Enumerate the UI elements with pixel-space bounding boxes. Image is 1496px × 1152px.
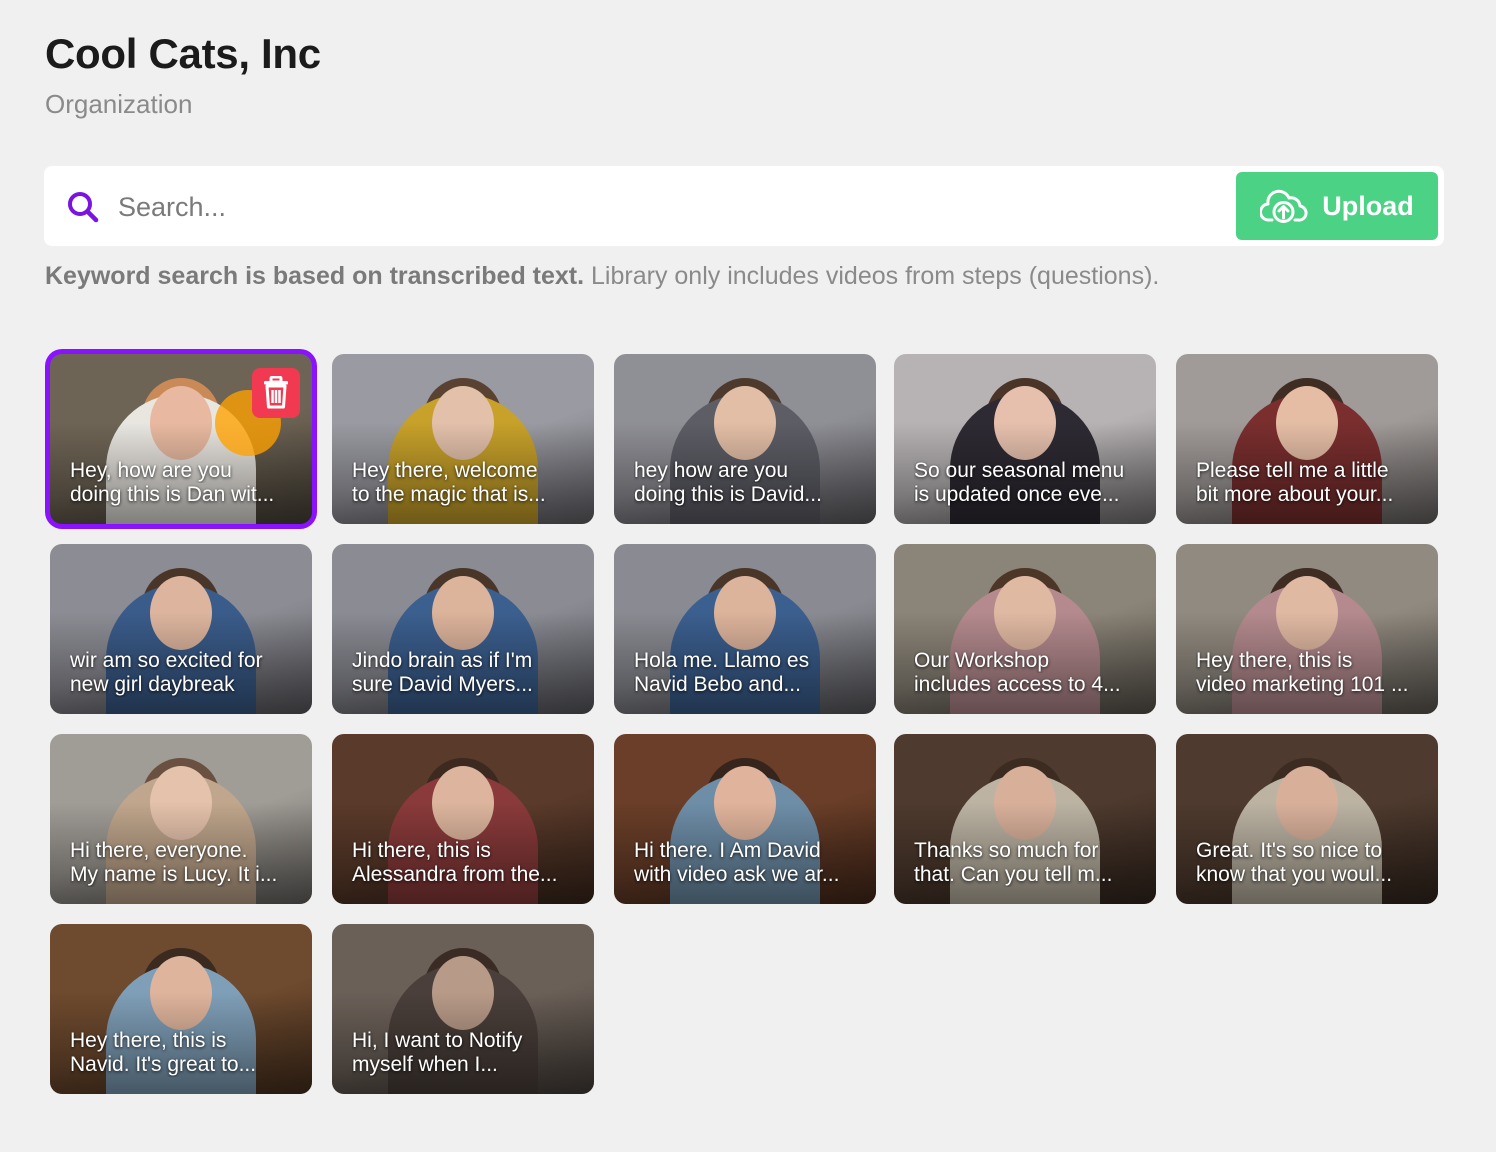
video-caption-line1: Please tell me a little — [1196, 459, 1389, 482]
video-caption-line2: is updated once eve... — [914, 483, 1120, 506]
video-tile[interactable]: Please tell me a little bit more about yo… — [1176, 354, 1438, 524]
video-caption: So our seasonal menu is updated once eve.… — [914, 459, 1142, 507]
video-caption-line1: Jindo brain as if I'm — [352, 649, 533, 672]
search-hint: Keyword search is based on transcribed t… — [45, 262, 1159, 291]
video-caption: Hey there, this is video marketing 101 ..… — [1196, 649, 1424, 697]
video-tile[interactable]: So our seasonal menu is updated once eve.… — [894, 354, 1156, 524]
video-caption-line2: sure David Myers... — [352, 673, 533, 696]
video-caption-line1: Hey there, this is — [1196, 649, 1353, 672]
search-icon — [68, 192, 99, 223]
video-caption-line1: Hey, how are you — [70, 459, 232, 482]
video-tile[interactable]: Hey, how are you doing this is Dan wit... — [50, 354, 312, 524]
video-caption-line2: myself when I... — [352, 1053, 498, 1076]
video-caption-line2: that. Can you tell m... — [914, 863, 1113, 886]
video-caption: Jindo brain as if I'm sure David Myers... — [352, 649, 580, 697]
video-caption-line2: know that you woul... — [1196, 863, 1393, 886]
video-tile[interactable]: Hey there, this is video marketing 101 ..… — [1176, 544, 1438, 714]
video-tile[interactable]: Hey there, this is Navid. It's great to..… — [50, 924, 312, 1094]
video-caption-line2: includes access to 4... — [914, 673, 1121, 696]
video-caption: Hey there, welcome to the magic that is..… — [352, 459, 580, 507]
video-caption: Hi there, everyone. My name is Lucy. It i… — [70, 839, 298, 887]
video-caption: Our Workshop includes access to 4... — [914, 649, 1142, 697]
video-caption-line1: hey how are you — [634, 459, 789, 482]
video-caption: Great. It's so nice to know that you woul… — [1196, 839, 1424, 887]
video-caption-line2: bit more about your... — [1196, 483, 1394, 506]
video-caption: Hi there, this is Alessandra from the... — [352, 839, 580, 887]
video-tile[interactable]: Our Workshop includes access to 4... — [894, 544, 1156, 714]
video-tile[interactable]: Jindo brain as if I'm sure David Myers... — [332, 544, 594, 714]
video-caption-line1: Our Workshop — [914, 649, 1049, 672]
video-caption-line2: video marketing 101 ... — [1196, 673, 1409, 696]
video-caption: Thanks so much for that. Can you tell m..… — [914, 839, 1142, 887]
video-caption-line2: Navid. It's great to... — [70, 1053, 257, 1076]
video-caption-line1: Thanks so much for — [914, 839, 1099, 862]
video-caption: Hola me. Llamo es Navid Bebo and... — [634, 649, 862, 697]
trash-icon — [264, 376, 288, 409]
video-caption-line1: Hey there, welcome — [352, 459, 538, 482]
video-caption-line2: My name is Lucy. It i... — [70, 863, 278, 886]
video-caption-line1: Hi, I want to Notify — [352, 1029, 523, 1052]
page-title: Cool Cats, Inc — [45, 30, 321, 77]
page-subtitle: Organization — [45, 89, 193, 119]
video-tile[interactable]: Great. It's so nice to know that you woul… — [1176, 734, 1438, 904]
video-caption-line2: to the magic that is... — [352, 483, 546, 506]
video-tile[interactable]: Hi, I want to Notify myself when I... — [332, 924, 594, 1094]
video-caption-line1: wir am so excited for — [70, 649, 263, 672]
video-caption: hey how are you doing this is David... — [634, 459, 862, 507]
video-tile[interactable]: Thanks so much for that. Can you tell m..… — [894, 734, 1156, 904]
video-caption-line1: Hi there, this is — [352, 839, 491, 862]
video-tile[interactable]: Hola me. Llamo es Navid Bebo and... — [614, 544, 876, 714]
search-hint-bold: Keyword search is based on transcribed t… — [45, 262, 585, 290]
video-caption-line2: Navid Bebo and... — [634, 673, 801, 696]
cloud-upload-icon — [1260, 189, 1308, 223]
search-input[interactable] — [116, 184, 1220, 230]
video-caption-line2: doing this is David... — [634, 483, 822, 506]
video-caption: Hey there, this is Navid. It's great to..… — [70, 1029, 298, 1077]
upload-button-label: Upload — [1322, 190, 1414, 221]
search-hint-text: Library only includes videos from steps … — [584, 262, 1160, 290]
video-tile[interactable]: Hey there, welcome to the magic that is..… — [332, 354, 594, 524]
video-tile[interactable]: Hi there. I Am David with video ask we ar… — [614, 734, 876, 904]
video-caption-line1: Hi there. I Am David — [634, 839, 821, 862]
video-tile[interactable]: hey how are you doing this is David... — [614, 354, 876, 524]
video-tile[interactable]: Hi there, everyone. My name is Lucy. It i… — [50, 734, 312, 904]
video-caption: Hey, how are you doing this is Dan wit... — [70, 459, 298, 507]
search-bar: Upload — [44, 166, 1444, 246]
video-caption: Hi, I want to Notify myself when I... — [352, 1029, 580, 1077]
video-caption-line2: doing this is Dan wit... — [70, 483, 275, 506]
delete-video-button[interactable] — [252, 368, 300, 418]
video-caption-line1: So our seasonal menu — [914, 459, 1125, 482]
video-caption-line2: Alessandra from the... — [352, 863, 558, 886]
video-caption-line2: with video ask we ar... — [634, 863, 840, 886]
video-caption-line1: Great. It's so nice to — [1196, 839, 1383, 862]
upload-button[interactable]: Upload — [1236, 172, 1438, 240]
video-tile[interactable]: Hi there, this is Alessandra from the... — [332, 734, 594, 904]
video-caption: Hi there. I Am David with video ask we ar… — [634, 839, 862, 887]
video-caption-line1: Hey there, this is — [70, 1029, 227, 1052]
video-tile[interactable]: wir am so excited for new girl daybreak — [50, 544, 312, 714]
video-caption-line1: Hola me. Llamo es — [634, 649, 810, 672]
video-caption: Please tell me a little bit more about yo… — [1196, 459, 1424, 507]
video-caption-line1: Hi there, everyone. — [70, 839, 248, 862]
video-caption-line2: new girl daybreak — [70, 673, 235, 696]
video-caption: wir am so excited for new girl daybreak — [70, 649, 298, 697]
